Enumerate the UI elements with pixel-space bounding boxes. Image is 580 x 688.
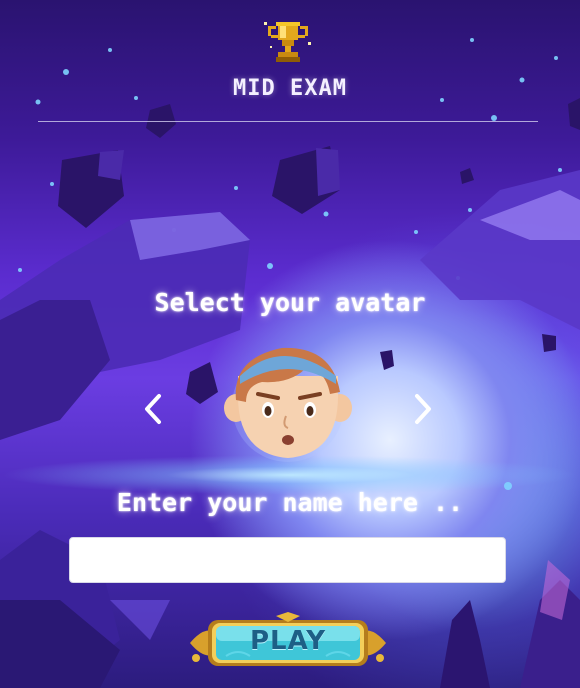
play-button-label: PLAY	[249, 626, 327, 656]
trophy-icon	[262, 16, 314, 68]
play-button[interactable]: PLAY	[186, 612, 390, 674]
next-avatar-button[interactable]	[408, 388, 438, 430]
avatar-image	[222, 336, 354, 464]
select-avatar-label: Select your avatar	[154, 288, 426, 317]
name-input[interactable]	[69, 537, 506, 583]
previous-avatar-button[interactable]	[138, 388, 168, 430]
exam-title: MID EXAM	[233, 76, 347, 101]
chevron-right-icon	[415, 394, 431, 424]
chevron-left-icon	[145, 394, 161, 424]
header-divider	[38, 121, 538, 122]
enter-name-label: Enter your name here ..	[116, 488, 464, 517]
